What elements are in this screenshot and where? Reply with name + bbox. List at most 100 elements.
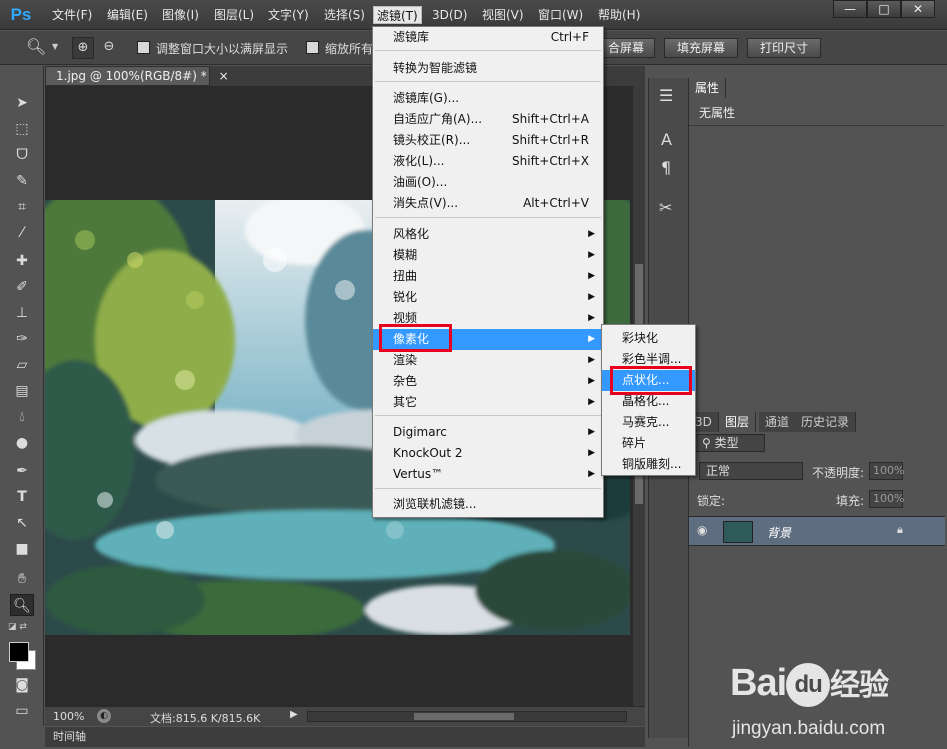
menu-item-browse-online-filters[interactable]: 浏览联机滤镜...: [373, 494, 603, 515]
menu-image[interactable]: 图像(I): [159, 6, 202, 24]
dodge-tool-icon[interactable]: ●: [10, 432, 34, 454]
zoom-all-checkbox[interactable]: [306, 41, 319, 54]
foreground-color-swatch[interactable]: [9, 642, 29, 662]
layer-name[interactable]: 背景: [767, 524, 791, 541]
history-brush-tool-icon[interactable]: ✑: [10, 328, 34, 350]
menu-edit[interactable]: 编辑(E): [104, 6, 151, 24]
close-tab-icon[interactable]: ×: [219, 69, 229, 83]
menu-item-noise[interactable]: 杂色 ▶: [373, 371, 603, 392]
fit-screen-button[interactable]: 合屏幕: [597, 38, 655, 58]
tab-history[interactable]: 历史记录: [795, 412, 857, 432]
menu-item-lens-correction[interactable]: 镜头校正(R)... Shift+Ctrl+R: [373, 130, 603, 151]
menu-item-filter-gallery-last[interactable]: 滤镜库 Ctrl+F: [373, 27, 603, 48]
menu-item-other[interactable]: 其它 ▶: [373, 392, 603, 413]
menu-item-liquify[interactable]: 液化(L)... Shift+Ctrl+X: [373, 151, 603, 172]
zoom-in-icon[interactable]: ⊕: [72, 37, 94, 59]
eyedropper-tool-icon[interactable]: ⁄: [10, 222, 34, 244]
watermark-url: jingyan.baidu.com: [732, 718, 886, 739]
scrollbar-thumb[interactable]: [414, 713, 514, 720]
tab-layers[interactable]: 图层: [719, 412, 757, 432]
zoom-tool-icon[interactable]: 🔍︎: [26, 37, 46, 56]
menu-item-vanishing-point[interactable]: 消失点(V)... Alt+Ctrl+V: [373, 193, 603, 214]
healing-brush-tool-icon[interactable]: ✚: [10, 250, 34, 272]
blend-mode-select[interactable]: 正常: [699, 462, 803, 480]
clone-stamp-tool-icon[interactable]: ⊥: [10, 302, 34, 324]
submenu-item-facet[interactable]: 彩块化: [602, 328, 695, 349]
baidu-jingyan-watermark: Bai du 经验 jingyan.baidu.com: [720, 640, 945, 745]
menu-item-knockout[interactable]: KnockOut 2 ▶: [373, 443, 603, 464]
submenu-item-fragment[interactable]: 碎片: [602, 433, 695, 454]
menu-item-oil-paint[interactable]: 油画(O)...: [373, 172, 603, 193]
photoshop-logo: Ps: [10, 5, 32, 24]
menu-filter[interactable]: 滤镜(T): [373, 6, 422, 24]
opacity-input[interactable]: 100%: [869, 462, 904, 480]
move-tool-icon[interactable]: ➤: [10, 92, 34, 114]
horizontal-scrollbar[interactable]: [307, 711, 627, 722]
tab-channels[interactable]: 通道: [759, 412, 797, 432]
submenu-item-mosaic[interactable]: 马赛克...: [602, 412, 695, 433]
quick-mask-icon[interactable]: ◙: [10, 674, 34, 696]
submenu-item-mezzotint[interactable]: 铜版雕刻...: [602, 454, 695, 475]
menu-item-filter-gallery[interactable]: 滤镜库(G)...: [373, 88, 603, 109]
eraser-tool-icon[interactable]: ▱: [10, 354, 34, 376]
menu-help[interactable]: 帮助(H): [595, 6, 643, 24]
pen-tool-icon[interactable]: ✒: [10, 460, 34, 482]
menu-item-render[interactable]: 渲染 ▶: [373, 350, 603, 371]
search-icon: ⚲: [702, 436, 715, 450]
menu-item-stylize[interactable]: 风格化 ▶: [373, 224, 603, 245]
chevron-down-icon[interactable]: ▼: [52, 42, 58, 51]
menu-item-blur[interactable]: 模糊 ▶: [373, 245, 603, 266]
menu-item-sharpen[interactable]: 锐化 ▶: [373, 287, 603, 308]
layer-filter-select[interactable]: ⚲ 类型: [695, 434, 765, 452]
print-size-button[interactable]: 打印尺寸: [747, 38, 821, 58]
menu-layer[interactable]: 图层(L): [211, 6, 257, 24]
menu-item-vertus[interactable]: Vertus™ ▶: [373, 464, 603, 485]
menu-item-digimarc[interactable]: Digimarc ▶: [373, 422, 603, 443]
marquee-tool-icon[interactable]: ⬚: [10, 118, 34, 140]
crop-tool-icon[interactable]: ⌗: [10, 196, 34, 218]
menu-select[interactable]: 选择(S): [321, 6, 368, 24]
hand-tool-icon[interactable]: ✋︎: [10, 568, 34, 590]
timeline-panel[interactable]: 时间轴: [45, 727, 645, 747]
chevron-right-icon[interactable]: ▶: [290, 709, 298, 720]
fill-screen-button[interactable]: 填充屏幕: [664, 38, 738, 58]
status-share-icon[interactable]: ◐: [97, 709, 111, 723]
default-colors-icon[interactable]: ◪ ⇄: [8, 622, 27, 632]
eye-icon[interactable]: ◉: [697, 523, 707, 537]
menu-type[interactable]: 文字(Y): [265, 6, 312, 24]
tab-properties[interactable]: 属性: [689, 78, 727, 98]
character-panel-icon[interactable]: A: [661, 130, 672, 149]
history-panel-icon[interactable]: ☰: [659, 86, 673, 105]
minimize-button[interactable]: —: [833, 0, 867, 18]
properties-panel: 属性 无属性: [688, 78, 945, 403]
zoom-level[interactable]: 100%: [53, 710, 84, 723]
brush-tool-icon[interactable]: ✐: [10, 276, 34, 298]
type-tool-icon[interactable]: T: [10, 486, 34, 508]
lasso-tool-icon[interactable]: ᗜ: [10, 144, 34, 166]
screen-mode-icon[interactable]: ▭: [10, 700, 34, 722]
fill-input[interactable]: 100%: [869, 490, 904, 508]
rectangle-tool-icon[interactable]: ■: [10, 538, 34, 560]
menu-window[interactable]: 窗口(W): [535, 6, 586, 24]
menu-3d[interactable]: 3D(D): [429, 6, 470, 24]
quick-select-tool-icon[interactable]: ✎: [10, 170, 34, 192]
close-button[interactable]: ✕: [901, 0, 935, 18]
menu-item-adaptive-wide-angle[interactable]: 自适应广角(A)... Shift+Ctrl+A: [373, 109, 603, 130]
layer-row[interactable]: ◉ 背景 🔒︎: [689, 516, 945, 546]
maximize-button[interactable]: □: [867, 0, 901, 18]
tool-presets-icon[interactable]: ✂: [659, 198, 672, 217]
paragraph-panel-icon[interactable]: ¶: [661, 158, 671, 177]
menu-file[interactable]: 文件(F): [49, 6, 95, 24]
menu-item-distort[interactable]: 扭曲 ▶: [373, 266, 603, 287]
path-select-tool-icon[interactable]: ↖: [10, 512, 34, 534]
lock-icon: 🔒︎: [897, 523, 903, 536]
menu-view[interactable]: 视图(V): [479, 6, 527, 24]
zoom-tool-icon[interactable]: 🔍︎: [10, 594, 34, 616]
menu-item-convert-smart-filters[interactable]: 转换为智能滤镜: [373, 58, 603, 79]
gradient-tool-icon[interactable]: ▤: [10, 380, 34, 402]
fill-label: 填充:: [836, 494, 865, 508]
resize-windows-checkbox[interactable]: [137, 41, 150, 54]
blur-tool-icon[interactable]: 💧︎: [10, 406, 34, 428]
document-tab[interactable]: 1.jpg @ 100%(RGB/8#) * ×: [45, 66, 229, 86]
zoom-out-icon[interactable]: ⊖: [98, 37, 120, 59]
